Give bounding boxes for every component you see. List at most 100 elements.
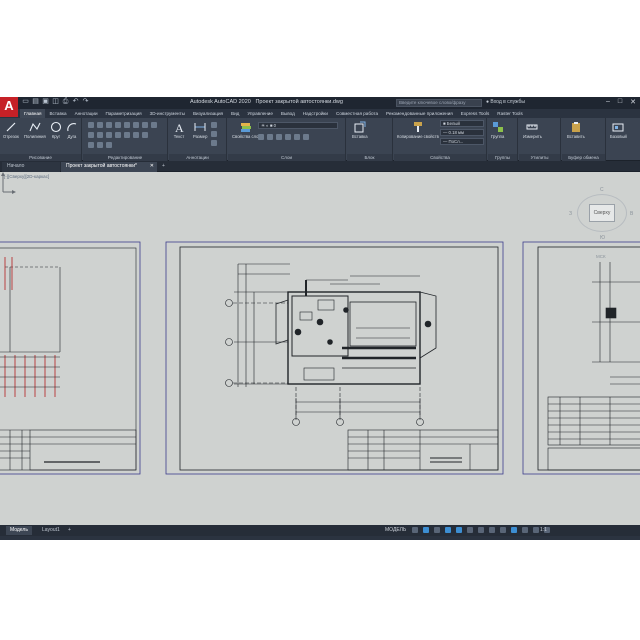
properties-group-title[interactable]: Свойства — [394, 154, 486, 161]
dimension-button[interactable]: Размер — [193, 121, 207, 139]
ribbon-tab[interactable]: Главная — [20, 109, 46, 118]
annotation-scale[interactable]: 1:1 — [540, 527, 547, 533]
layer-isolate-icon[interactable] — [267, 134, 273, 140]
ribbon-tab[interactable]: Управление — [243, 109, 277, 118]
trim-icon[interactable] — [106, 122, 112, 128]
ribbon-tab[interactable]: 3D-инструменты — [146, 109, 189, 118]
linetype-dropdown[interactable]: — ПоСл... — [440, 138, 484, 145]
grid-icon[interactable] — [412, 527, 418, 533]
application-menu-button[interactable]: A — [0, 97, 18, 117]
modify-group-title[interactable]: Редактирование — [83, 154, 167, 161]
model-space-toggle[interactable]: МОДЕЛЬ — [385, 527, 406, 533]
save-as-icon[interactable]: ◫ — [52, 98, 59, 106]
leader-icon[interactable] — [211, 122, 217, 128]
lineweight-icon[interactable] — [478, 527, 484, 533]
sign-in-button[interactable]: ● Вход в службы — [486, 99, 525, 105]
lineweight-dropdown[interactable]: — 0.18 мм — [440, 129, 484, 136]
layer-properties-button[interactable]: Свойства слоя — [232, 121, 261, 139]
tab-start[interactable]: Начало — [2, 162, 60, 172]
viewcube-face[interactable]: Сверху — [589, 204, 615, 222]
paste-button[interactable]: Вставить — [567, 121, 585, 139]
ribbon-tab[interactable]: Рекомендованные приложения — [382, 109, 457, 118]
make-current-icon[interactable] — [294, 134, 300, 140]
layer-freeze-icon[interactable] — [276, 134, 282, 140]
polar-tracking-icon[interactable] — [445, 527, 451, 533]
mirror-icon[interactable] — [133, 122, 139, 128]
group-button[interactable]: Группа — [491, 121, 504, 139]
isolate-objects-icon[interactable] — [533, 527, 539, 533]
workspace-switch-icon[interactable] — [522, 527, 528, 533]
markup-icon[interactable] — [211, 140, 217, 146]
move-icon[interactable] — [88, 122, 94, 128]
clipboard-group-title[interactable]: Буфер обмена — [562, 154, 605, 161]
layer-dropdown[interactable]: ☀ ◐ ■ 0 — [258, 122, 338, 129]
break-icon[interactable] — [133, 132, 139, 138]
arc-button[interactable]: Дуга — [66, 121, 78, 139]
compass-east[interactable]: В — [630, 211, 633, 217]
annotation-group-title[interactable]: Аннотации — [169, 154, 226, 161]
lengthen-icon[interactable] — [97, 142, 103, 148]
array-icon[interactable] — [106, 132, 112, 138]
close-tab-icon[interactable]: ✕ — [150, 162, 154, 171]
align-icon[interactable] — [106, 142, 112, 148]
ribbon-tab[interactable]: Raster Tools — [493, 109, 526, 118]
tab-model[interactable]: Модель — [6, 526, 32, 535]
utilities-group-title[interactable]: Утилиты — [519, 154, 560, 161]
table-icon[interactable] — [211, 131, 217, 137]
ortho-icon[interactable] — [434, 527, 440, 533]
wcs-menu[interactable]: МСК — [596, 254, 606, 259]
text-button[interactable]: A Текст — [173, 121, 185, 139]
measure-button[interactable]: Измерить — [523, 121, 542, 139]
object-snap-tracking-icon[interactable] — [467, 527, 473, 533]
compass-south[interactable]: Ю — [600, 235, 605, 241]
stretch-icon[interactable] — [88, 132, 94, 138]
new-tab-button[interactable]: + — [160, 162, 170, 172]
layer-lock-icon[interactable] — [285, 134, 291, 140]
search-input[interactable]: Введите ключевое слово/фразу — [396, 99, 482, 107]
transparency-icon[interactable] — [489, 527, 495, 533]
offset-icon[interactable] — [115, 132, 121, 138]
compass-west[interactable]: З — [569, 211, 572, 217]
polyline-button[interactable]: Полилиния — [24, 121, 46, 139]
layer-off-icon[interactable] — [258, 134, 264, 140]
extend-icon[interactable] — [88, 142, 94, 148]
layers-group-title[interactable]: Слои — [228, 154, 345, 161]
minimize-icon[interactable]: – — [606, 98, 610, 106]
tab-layout1[interactable]: Layout1 — [38, 526, 64, 535]
join-icon[interactable] — [142, 132, 148, 138]
annotation-visibility-icon[interactable] — [511, 527, 517, 533]
ribbon-tab[interactable]: Вывод — [277, 109, 299, 118]
add-layout-button[interactable]: + — [64, 526, 75, 535]
ribbon-tab[interactable]: Вставка — [45, 109, 70, 118]
plot-icon[interactable]: ⎙ — [62, 98, 69, 106]
ribbon-tab[interactable]: Визуализация — [189, 109, 227, 118]
redo-icon[interactable]: ↷ — [82, 98, 89, 106]
close-icon[interactable]: ✕ — [630, 98, 636, 106]
compass-north[interactable]: С — [600, 187, 604, 193]
snap-icon[interactable] — [423, 527, 429, 533]
match-properties-button[interactable]: Копирование свойств — [397, 121, 439, 139]
line-button[interactable]: Отрезок — [3, 121, 19, 139]
scale-icon[interactable] — [97, 132, 103, 138]
ribbon-tab[interactable]: Совместная работа — [332, 109, 382, 118]
ribbon-tab[interactable]: Параметризация — [102, 109, 146, 118]
open-file-icon[interactable]: ▤ — [32, 98, 39, 106]
base-view-button[interactable]: Базовый — [610, 121, 627, 139]
new-file-icon[interactable]: ▭ — [22, 98, 29, 106]
copy-icon[interactable] — [124, 122, 130, 128]
groups-group-title[interactable]: Группы — [488, 154, 517, 161]
draw-group-title[interactable]: Рисование — [0, 154, 81, 161]
undo-icon[interactable]: ↶ — [72, 98, 79, 106]
ribbon-tab[interactable]: Вид — [227, 109, 243, 118]
fillet-icon[interactable] — [142, 122, 148, 128]
insert-block-button[interactable]: Вставка — [352, 121, 368, 139]
ribbon-tab[interactable]: Аннотации — [71, 109, 102, 118]
explode-icon[interactable] — [151, 122, 157, 128]
save-icon[interactable]: ▣ — [42, 98, 49, 106]
selection-cycling-icon[interactable] — [500, 527, 506, 533]
circle-button[interactable]: Круг — [50, 121, 62, 139]
object-snap-icon[interactable] — [456, 527, 462, 533]
color-dropdown[interactable]: ■ Белый — [440, 120, 484, 127]
erase-icon[interactable] — [115, 122, 121, 128]
block-group-title[interactable]: Блок — [347, 154, 392, 161]
